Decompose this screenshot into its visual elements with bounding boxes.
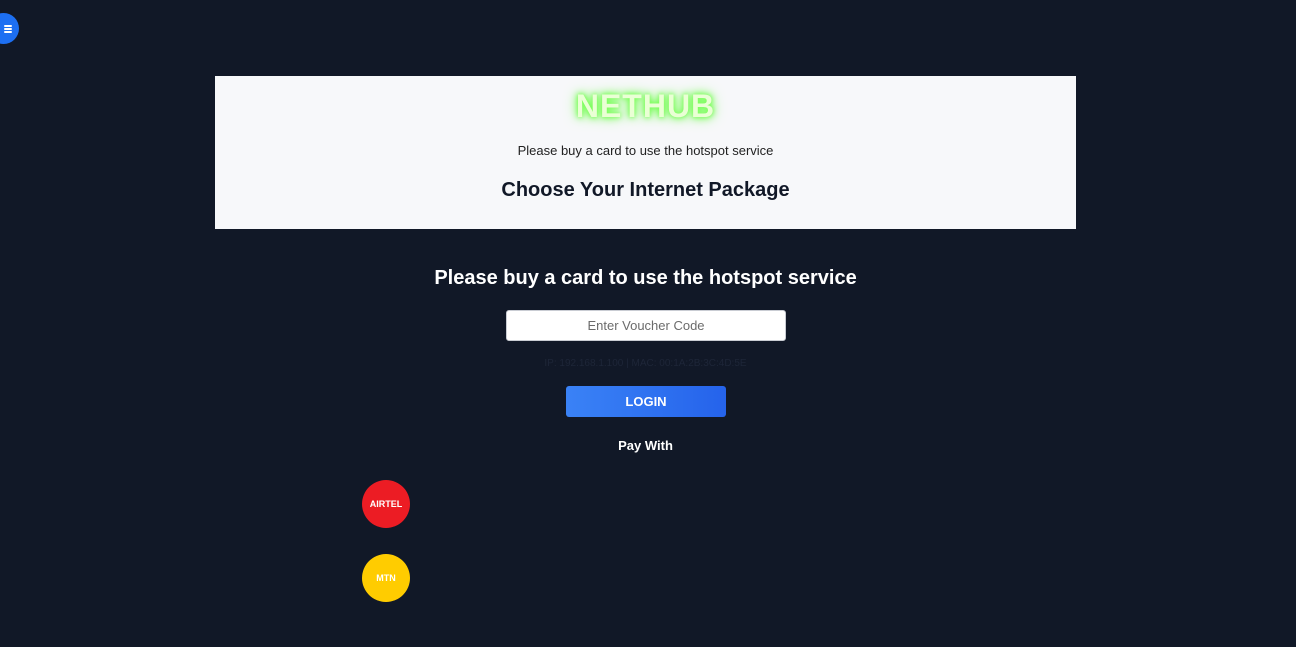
page-title: Choose Your Internet Package [501, 179, 790, 201]
hamburger-menu-icon [3, 24, 12, 33]
pay-with-label: Pay With [618, 438, 673, 453]
brand-logo: NETHUB [575, 88, 716, 124]
login-button[interactable]: LOGIN [566, 386, 726, 417]
voucher-code-input[interactable] [506, 310, 786, 341]
pay-airtel-button[interactable]: AIRTEL [362, 480, 410, 528]
main-heading: Please buy a card to use the hotspot ser… [434, 267, 857, 289]
header-card: NETHUB Please buy a card to use the hots… [215, 76, 1076, 229]
pay-airtel-label: AIRTEL [369, 499, 403, 509]
menu-toggle-button[interactable] [0, 13, 19, 44]
header-subtitle: Please buy a card to use the hotspot ser… [517, 143, 774, 158]
pay-mtn-button[interactable]: MTN [362, 554, 410, 602]
pay-mtn-label: MTN [376, 573, 396, 583]
device-info-text: IP: 192.168.1.100 | MAC: 00:1A:2B:3C:4D:… [544, 358, 747, 369]
